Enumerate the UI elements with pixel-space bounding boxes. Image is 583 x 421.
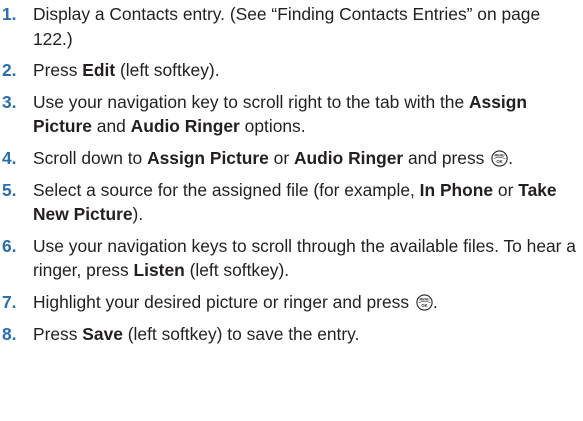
menu-ok-key-icon: MENU OK — [416, 293, 433, 311]
step-text: ). — [132, 204, 144, 225]
step-text: (left softkey). — [115, 60, 220, 81]
step-text: options. — [239, 116, 306, 137]
step-text: and press — [403, 147, 490, 168]
svg-text:OK: OK — [421, 303, 427, 308]
step-1: 1. Display a Contacts entry. (See “Findi… — [2, 2, 577, 51]
step-7: 7. Highlight your desired picture or rin… — [2, 290, 577, 315]
softkey-listen-label: Listen — [133, 260, 185, 281]
step-text: and — [91, 116, 131, 137]
step-text: . — [432, 291, 438, 312]
step-number: 3. — [2, 91, 17, 112]
step-text: or — [268, 147, 294, 168]
svg-text:OK: OK — [497, 159, 503, 164]
step-text: . — [508, 147, 514, 168]
option-audio-ringer-label: Audio Ringer — [293, 147, 404, 168]
softkey-edit-label: Edit — [82, 60, 116, 81]
step-number: 7. — [2, 291, 17, 312]
step-text: Use your navigation key to scroll right … — [33, 91, 469, 112]
option-audio-ringer-label: Audio Ringer — [130, 116, 240, 137]
step-text: Press — [33, 60, 83, 81]
instructions-page: 1. Display a Contacts entry. (See “Findi… — [0, 0, 583, 421]
step-3: 3. Use your navigation key to scroll rig… — [2, 90, 577, 139]
step-text: Press — [33, 323, 83, 344]
step-number: 5. — [2, 179, 17, 200]
step-text: Scroll down to — [33, 147, 148, 168]
step-text: Highlight your desired picture or ringer… — [33, 291, 414, 312]
step-text: (left softkey) to save the entry. — [122, 323, 360, 344]
step-text: (left softkey). — [184, 260, 290, 281]
source-in-phone-label: In Phone — [419, 179, 494, 200]
softkey-save-label: Save — [82, 323, 123, 344]
step-text: or — [493, 179, 519, 200]
step-text: Select a source for the assigned file (f… — [33, 179, 420, 200]
steps-list: 1. Display a Contacts entry. (See “Findi… — [2, 2, 577, 346]
step-text: Display a Contacts entry. (See “Finding … — [33, 4, 541, 49]
step-4: 4. Scroll down to Assign Picture or Audi… — [2, 146, 577, 171]
step-number: 1. — [2, 4, 17, 24]
menu-ok-key-icon: MENU OK — [491, 149, 508, 167]
step-number: 6. — [2, 235, 17, 256]
step-number: 4. — [2, 147, 17, 168]
svg-text:MENU: MENU — [419, 297, 430, 301]
step-text: Use your navigation keys to scroll throu… — [33, 235, 576, 281]
step-5: 5. Select a source for the assigned file… — [2, 178, 577, 227]
step-2: 2. Press Edit (left softkey). — [2, 58, 577, 83]
step-6: 6. Use your navigation keys to scroll th… — [2, 234, 577, 283]
step-8: 8. Press Save (left softkey) to save the… — [2, 322, 577, 347]
step-number: 8. — [2, 323, 17, 344]
svg-text:MENU: MENU — [495, 153, 506, 157]
step-number: 2. — [2, 60, 17, 81]
option-assign-picture-label: Assign Picture — [147, 147, 269, 168]
